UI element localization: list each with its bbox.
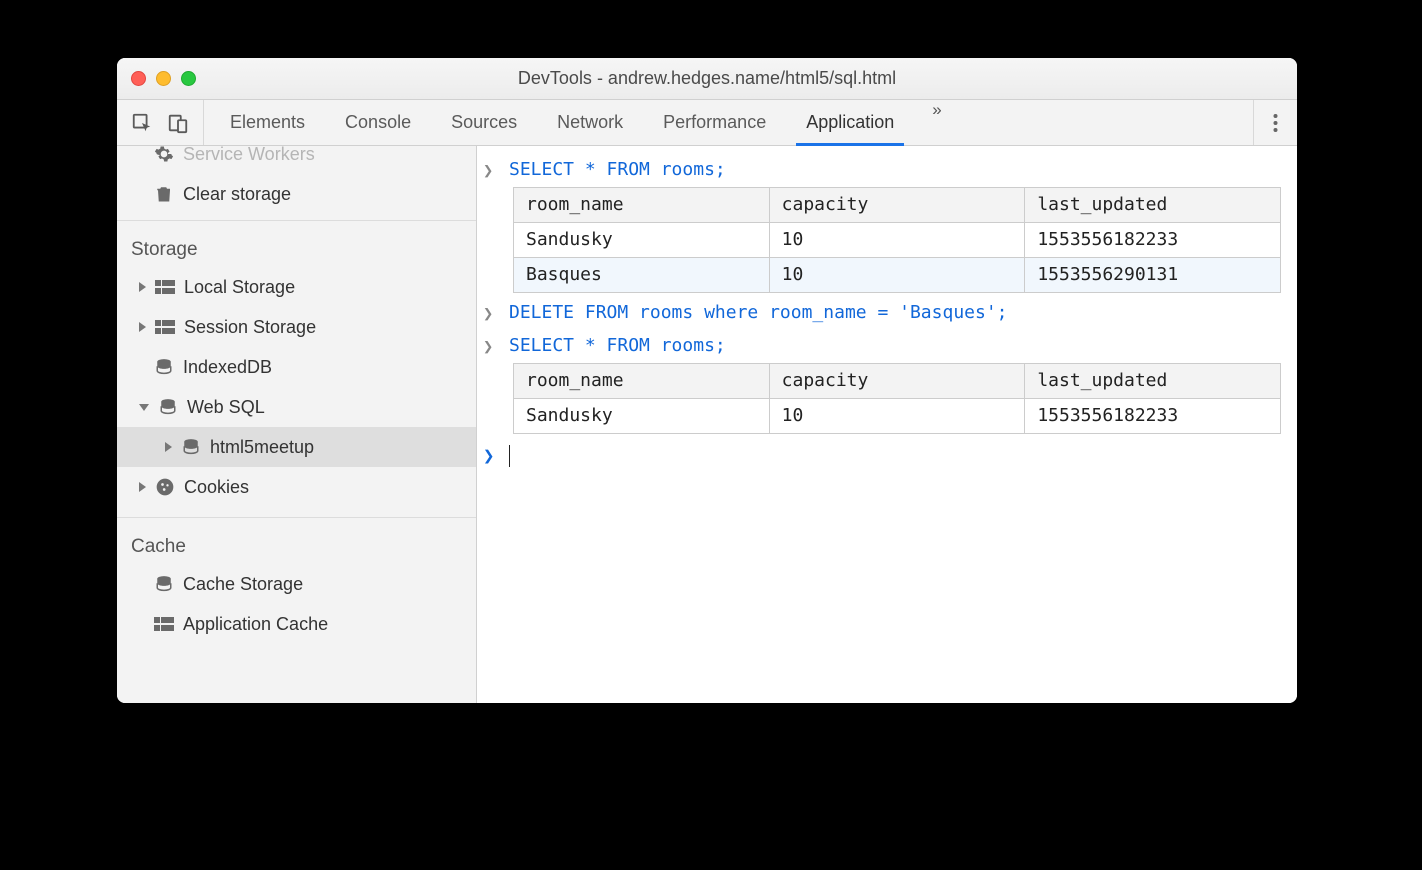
column-header[interactable]: capacity: [769, 364, 1025, 399]
column-header[interactable]: room_name: [514, 364, 770, 399]
table-cell: Sandusky: [514, 399, 770, 434]
table-cell: 1553556182233: [1025, 223, 1281, 258]
chevron-right-icon: [139, 322, 146, 332]
table-row[interactable]: Sandusky101553556182233: [514, 223, 1281, 258]
devtools-window: DevTools - andrew.hedges.name/html5/sql.…: [117, 58, 1297, 703]
sidebar-item-label: Service Workers: [183, 146, 315, 165]
prompt-caret-icon: ❯: [483, 333, 497, 360]
table-cell: 10: [769, 258, 1025, 293]
table-cell: Sandusky: [514, 223, 770, 258]
result-table: room_namecapacitylast_updatedSandusky101…: [513, 363, 1281, 434]
sidebar-section-storage: Storage: [117, 221, 476, 267]
prompt-caret-icon: ❯: [483, 300, 497, 327]
sidebar-item-label: html5meetup: [210, 437, 314, 458]
sql-entry: ❯ SELECT * FROM rooms;: [483, 154, 1287, 187]
tab-console[interactable]: Console: [325, 100, 431, 145]
chevron-right-icon: [165, 442, 172, 452]
device-toolbar-icon[interactable]: [167, 112, 189, 134]
tab-elements[interactable]: Elements: [210, 100, 325, 145]
sidebar-item-session-storage[interactable]: Session Storage: [117, 307, 476, 347]
tab-network[interactable]: Network: [537, 100, 643, 145]
chevron-right-icon: [139, 482, 146, 492]
prompt-caret-icon: ❯: [483, 157, 497, 184]
sidebar-item-cookies[interactable]: Cookies: [117, 467, 476, 507]
table-row[interactable]: Sandusky101553556182233: [514, 399, 1281, 434]
sidebar-item-label: Clear storage: [183, 184, 291, 205]
sql-entry: ❯ SELECT * FROM rooms;: [483, 330, 1287, 363]
result-table: room_namecapacitylast_updatedSandusky101…: [513, 187, 1281, 293]
gear-icon: [153, 146, 175, 165]
table-cell: Basques: [514, 258, 770, 293]
tab-sources[interactable]: Sources: [431, 100, 537, 145]
sidebar-item-web-sql[interactable]: Web SQL: [117, 387, 476, 427]
chevron-down-icon: [139, 404, 149, 411]
column-header[interactable]: room_name: [514, 188, 770, 223]
sql-entry: ❯ DELETE FROM rooms where room_name = 'Ba…: [483, 297, 1287, 330]
sql-console[interactable]: ❯SELECT * FROM rooms;room_namecapacityla…: [477, 146, 1297, 703]
inspect-element-icon[interactable]: [131, 112, 153, 134]
sidebar-item-label: Cookies: [184, 477, 249, 498]
table-cell: 1553556182233: [1025, 399, 1281, 434]
grid-icon: [154, 316, 176, 338]
tabs-overflow-button[interactable]: »: [914, 100, 959, 145]
kebab-menu-button[interactable]: [1253, 100, 1297, 145]
sidebar-item-label: Application Cache: [183, 614, 328, 635]
sql-statement: SELECT * FROM rooms;: [509, 333, 726, 359]
devtools-tabbar: Elements Console Sources Network Perform…: [117, 100, 1297, 146]
grid-icon: [153, 613, 175, 635]
sidebar-item-application-cache[interactable]: Application Cache: [117, 604, 476, 644]
cookie-icon: [154, 476, 176, 498]
trash-icon: [153, 183, 175, 205]
table-cell: 10: [769, 399, 1025, 434]
table-row[interactable]: Basques101553556290131: [514, 258, 1281, 293]
sidebar-item-web-sql-db[interactable]: html5meetup: [117, 427, 476, 467]
table-cell: 10: [769, 223, 1025, 258]
panel-body: Service Workers Clear storage Storage Lo…: [117, 146, 1297, 703]
zoom-window-button[interactable]: [181, 71, 196, 86]
sidebar-item-local-storage[interactable]: Local Storage: [117, 267, 476, 307]
minimize-window-button[interactable]: [156, 71, 171, 86]
grid-icon: [154, 276, 176, 298]
sql-statement: DELETE FROM rooms where room_name = 'Bas…: [509, 300, 1008, 326]
sidebar-item-cache-storage[interactable]: Cache Storage: [117, 564, 476, 604]
sidebar-item-label: Web SQL: [187, 397, 265, 418]
prompt-caret-icon: ❯: [483, 442, 497, 469]
sidebar-item-indexeddb[interactable]: IndexedDB: [117, 347, 476, 387]
window-titlebar: DevTools - andrew.hedges.name/html5/sql.…: [117, 58, 1297, 100]
tab-application[interactable]: Application: [786, 100, 914, 145]
table-cell: 1553556290131: [1025, 258, 1281, 293]
database-icon: [157, 396, 179, 418]
sidebar-item-clear-storage[interactable]: Clear storage: [117, 174, 476, 214]
database-icon: [153, 573, 175, 595]
sidebar-item-label: IndexedDB: [183, 357, 272, 378]
application-sidebar: Service Workers Clear storage Storage Lo…: [117, 146, 477, 703]
result-table-wrap: room_namecapacitylast_updatedSandusky101…: [483, 187, 1287, 297]
window-traffic-lights: [131, 71, 196, 86]
column-header[interactable]: last_updated: [1025, 188, 1281, 223]
result-table-wrap: room_namecapacitylast_updatedSandusky101…: [483, 363, 1287, 438]
text-cursor: [509, 445, 510, 467]
sql-statement: SELECT * FROM rooms;: [509, 157, 726, 183]
database-icon: [153, 356, 175, 378]
chevron-right-icon: [139, 282, 146, 292]
sidebar-item-label: Session Storage: [184, 317, 316, 338]
sql-prompt[interactable]: ❯: [483, 438, 1287, 469]
database-icon: [180, 436, 202, 458]
sidebar-item-label: Cache Storage: [183, 574, 303, 595]
column-header[interactable]: capacity: [769, 188, 1025, 223]
toolbar-left: [117, 100, 204, 145]
close-window-button[interactable]: [131, 71, 146, 86]
sidebar-item-service-workers[interactable]: Service Workers: [117, 146, 476, 174]
tab-performance[interactable]: Performance: [643, 100, 786, 145]
window-title: DevTools - andrew.hedges.name/html5/sql.…: [117, 68, 1297, 89]
column-header[interactable]: last_updated: [1025, 364, 1281, 399]
sidebar-item-label: Local Storage: [184, 277, 295, 298]
sidebar-section-cache: Cache: [117, 518, 476, 564]
panel-tabs: Elements Console Sources Network Perform…: [204, 100, 1253, 145]
